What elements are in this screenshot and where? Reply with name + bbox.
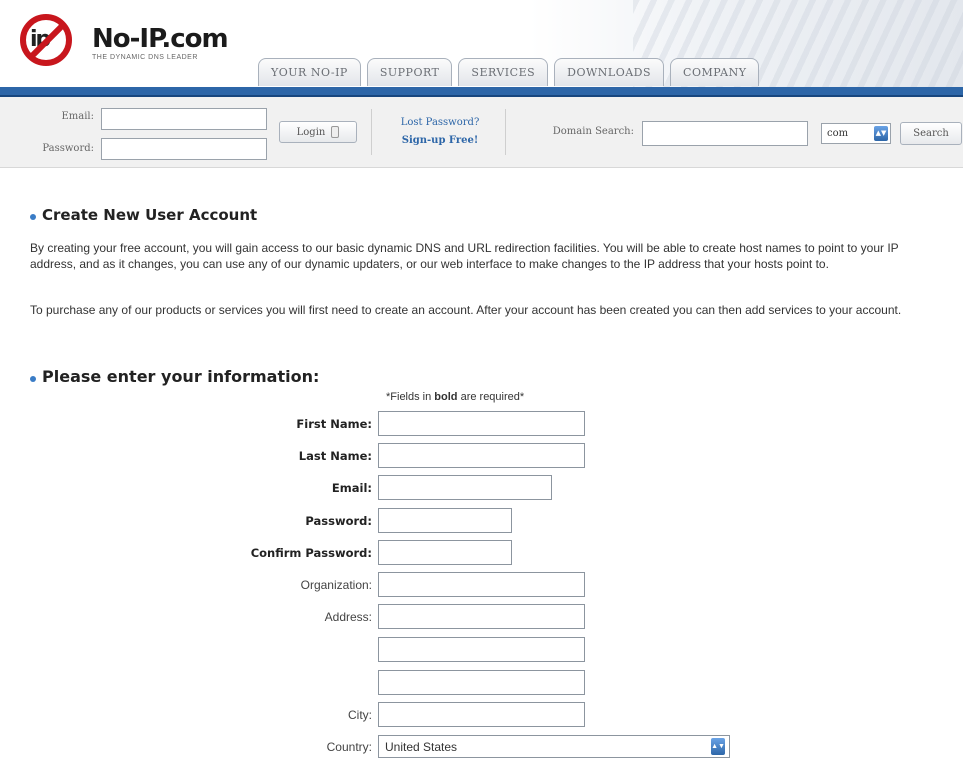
logo-name[interactable]: No-IP.com (92, 24, 229, 54)
confirm-password-label: Confirm Password: (250, 546, 372, 560)
password-label: Password: (42, 143, 94, 154)
login-email-input[interactable] (101, 108, 267, 130)
country-select[interactable]: United States ▲▼ (378, 735, 730, 758)
password-field-label: Password: (305, 514, 372, 528)
divider (371, 109, 372, 155)
address-label: Address: (324, 610, 372, 624)
login-button[interactable]: Login (279, 121, 357, 143)
search-button[interactable]: Search (900, 122, 962, 145)
lost-password-link[interactable]: Lost Password? (390, 117, 490, 128)
divider (505, 109, 506, 155)
lock-icon (331, 126, 340, 138)
first-name-input[interactable] (378, 411, 585, 436)
country-label: Country: (326, 740, 372, 754)
domain-search-input[interactable] (642, 121, 808, 146)
tab-your-no-ip[interactable]: YOUR NO-IP (258, 58, 361, 86)
tab-downloads[interactable]: DOWNLOADS (554, 58, 665, 86)
domain-search-label: Domain Search: (552, 126, 634, 137)
intro-paragraph: By creating your free account, you will … (30, 241, 899, 271)
logo-tagline: THE DYNAMIC DNS LEADER (92, 54, 198, 61)
login-bar: Email: Password: Login Lost Password? Si… (0, 97, 963, 168)
email-field-label: Email: (331, 481, 372, 495)
email-field[interactable] (378, 475, 552, 500)
city-input[interactable] (378, 702, 585, 727)
nav-underline-bar (0, 87, 963, 97)
city-label: City: (348, 708, 372, 722)
organization-input[interactable] (378, 572, 585, 597)
form-heading: Please enter your information: (42, 367, 320, 386)
purchase-paragraph: To purchase any of our products or servi… (30, 303, 902, 317)
no-ip-logo-icon[interactable]: ip (20, 14, 72, 66)
bullet-icon (30, 214, 36, 220)
required-note-suffix: are required* (457, 391, 525, 403)
select-arrows-icon: ▲▼ (874, 126, 888, 141)
required-note-prefix: *Fields in (386, 391, 435, 403)
bullet-icon (30, 376, 36, 382)
tld-selected-value: com (827, 128, 849, 139)
select-arrows-icon: ▲▼ (711, 738, 725, 755)
tab-services[interactable]: SERVICES (458, 58, 549, 86)
address-line-3-input[interactable] (378, 670, 585, 695)
page-title: Create New User Account (42, 206, 258, 224)
password-field[interactable] (378, 508, 512, 533)
address-line-1-input[interactable] (378, 604, 585, 629)
email-label: Email: (61, 111, 94, 122)
main-nav: YOUR NO-IP SUPPORT SERVICES DOWNLOADS CO… (258, 58, 760, 88)
tab-support[interactable]: SUPPORT (366, 58, 453, 86)
login-password-input[interactable] (101, 138, 267, 160)
tld-select[interactable]: com ▲▼ (821, 123, 891, 144)
country-selected-value: United States (385, 739, 458, 754)
first-name-label: First Name: (296, 417, 372, 431)
last-name-input[interactable] (378, 443, 585, 468)
site-header: ip No-IP.com THE DYNAMIC DNS LEADER YOUR… (0, 0, 963, 88)
organization-label: Organization: (300, 578, 372, 592)
login-button-label: Login (296, 126, 326, 138)
search-button-label: Search (913, 128, 949, 139)
tab-company[interactable]: COMPANY (670, 58, 760, 86)
required-note-bold: bold (434, 391, 458, 403)
signup-link[interactable]: Sign-up Free! (390, 135, 490, 146)
required-note: *Fields in bold are required* (386, 391, 524, 403)
last-name-label: Last Name: (298, 449, 372, 463)
confirm-password-field[interactable] (378, 540, 512, 565)
address-line-2-input[interactable] (378, 637, 585, 662)
